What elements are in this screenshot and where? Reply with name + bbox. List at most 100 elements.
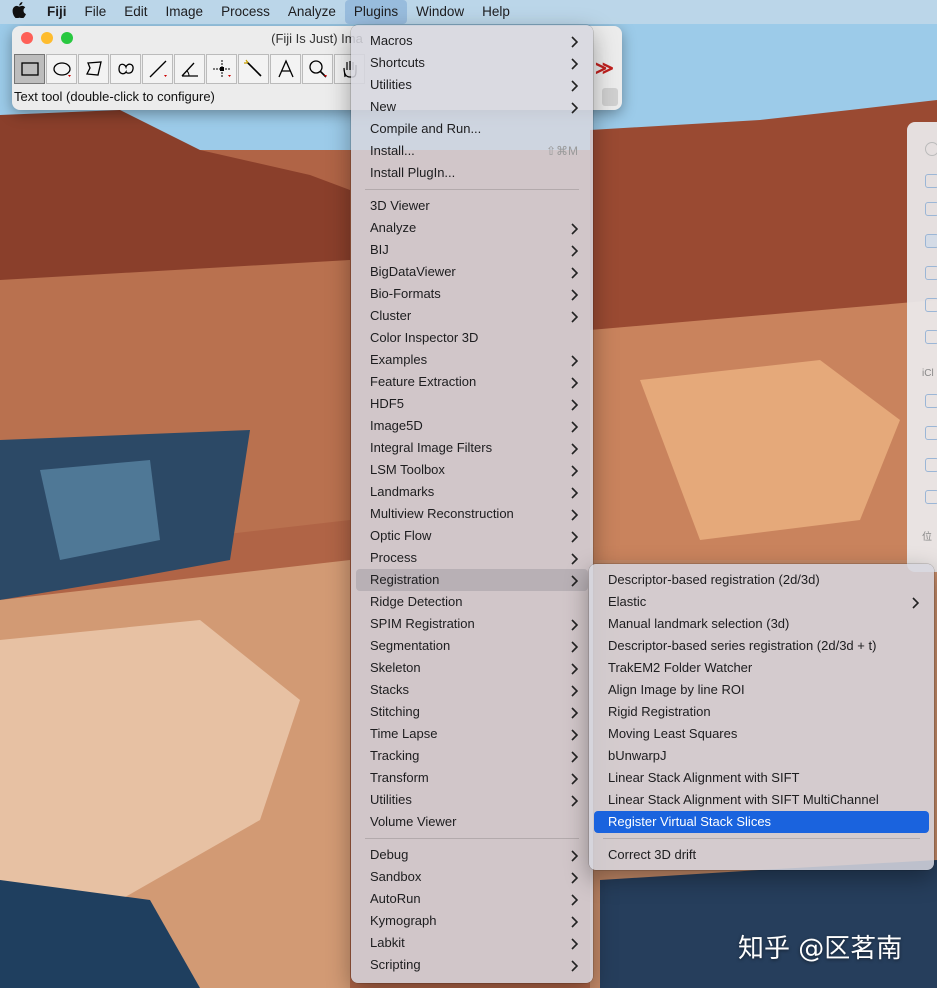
sidebar-recents-icon[interactable]	[925, 266, 937, 280]
plugins-menu-item-spim-registration[interactable]: SPIM Registration	[356, 613, 588, 635]
sidebar-app-icon[interactable]	[925, 174, 937, 188]
registration-menu-item-bunwarpj[interactable]: bUnwarpJ	[594, 745, 929, 767]
plugins-menu-item-multiview-reconstruction[interactable]: Multiview Reconstruction	[356, 503, 588, 525]
wand-tool-icon[interactable]	[238, 54, 269, 84]
plugins-menu-item-debug[interactable]: Debug	[356, 844, 588, 866]
plugins-menu-item-install-plugin[interactable]: Install PlugIn...	[356, 162, 588, 184]
registration-menu-item-align-image-by-line-roi[interactable]: Align Image by line ROI	[594, 679, 929, 701]
chevron-right-icon	[570, 745, 579, 767]
freehand-tool-icon[interactable]	[110, 54, 141, 84]
plugins-menu-item-kymograph[interactable]: Kymograph	[356, 910, 588, 932]
plugins-menu-item-autorun[interactable]: AutoRun	[356, 888, 588, 910]
registration-menu-item-manual-landmark-selection-3d[interactable]: Manual landmark selection (3d)	[594, 613, 929, 635]
plugins-menu-item-lsm-toolbox[interactable]: LSM Toolbox	[356, 459, 588, 481]
more-tools-icon[interactable]: ≫	[595, 58, 614, 79]
plugins-menu-item-skeleton[interactable]: Skeleton	[356, 657, 588, 679]
plugins-menu-item-shortcuts[interactable]: Shortcuts	[356, 52, 588, 74]
point-tool-icon[interactable]	[206, 54, 237, 84]
registration-menu-item-moving-least-squares[interactable]: Moving Least Squares	[594, 723, 929, 745]
plugins-menu-item-integral-image-filters[interactable]: Integral Image Filters	[356, 437, 588, 459]
plugins-menu-item-segmentation[interactable]: Segmentation	[356, 635, 588, 657]
sidebar-doc-icon[interactable]	[925, 426, 937, 440]
chevron-right-icon	[570, 569, 579, 591]
menubar-analyze[interactable]: Analyze	[279, 0, 345, 24]
plugins-menu-item-optic-flow[interactable]: Optic Flow	[356, 525, 588, 547]
plugins-menu-item-cluster[interactable]: Cluster	[356, 305, 588, 327]
chevron-right-icon	[570, 767, 579, 789]
plugins-menu-item-examples[interactable]: Examples	[356, 349, 588, 371]
registration-menu-item-elastic[interactable]: Elastic	[594, 591, 929, 613]
plugins-menu-item-utilities[interactable]: Utilities	[356, 789, 588, 811]
plugins-menu-item-sandbox[interactable]: Sandbox	[356, 866, 588, 888]
plugins-menu-item-new[interactable]: New	[356, 96, 588, 118]
menubar-process[interactable]: Process	[212, 0, 279, 24]
plugins-menu-item-transform[interactable]: Transform	[356, 767, 588, 789]
rectangle-tool-icon[interactable]	[14, 54, 45, 84]
plugins-menu-item-tracking[interactable]: Tracking	[356, 745, 588, 767]
menubar-help[interactable]: Help	[473, 0, 519, 24]
text-tool-icon[interactable]	[270, 54, 301, 84]
watermark: 知乎 @区茗南	[738, 934, 903, 964]
plugins-menu-item-ridge-detection[interactable]: Ridge Detection	[356, 591, 588, 613]
menubar-plugins[interactable]: Plugins	[344, 0, 408, 24]
registration-menu-item-descriptor-based-series-registration-2d-3d-t[interactable]: Descriptor-based series registration (2d…	[594, 635, 929, 657]
plugins-menu-item-utilities[interactable]: Utilities	[356, 74, 588, 96]
registration-menu-item-register-virtual-stack-slices[interactable]: Register Virtual Stack Slices	[594, 811, 929, 833]
sidebar-cloud-icon[interactable]	[925, 394, 937, 408]
plugins-menu-item-macros[interactable]: Macros	[356, 30, 588, 52]
plugins-menu-item-hdf5[interactable]: HDF5	[356, 393, 588, 415]
sidebar-apps-icon[interactable]	[925, 234, 937, 248]
menubar-edit[interactable]: Edit	[115, 0, 156, 24]
angle-tool-icon[interactable]	[174, 54, 205, 84]
registration-menu-item-linear-stack-alignment-with-sift-multichannel[interactable]: Linear Stack Alignment with SIFT MultiCh…	[594, 789, 929, 811]
plugins-menu-item-stacks[interactable]: Stacks	[356, 679, 588, 701]
plugins-menu-item-registration[interactable]: Registration	[356, 569, 588, 591]
plugins-menu-item-3d-viewer[interactable]: 3D Viewer	[356, 195, 588, 217]
menu-item-label: Stacks	[370, 682, 410, 697]
magnifier-tool-icon[interactable]	[302, 54, 333, 84]
plugins-menu-item-bigdataviewer[interactable]: BigDataViewer	[356, 261, 588, 283]
menubar-window[interactable]: Window	[407, 0, 473, 24]
plugins-menu-item-stitching[interactable]: Stitching	[356, 701, 588, 723]
plugins-menu-item-compile-and-run[interactable]: Compile and Run...	[356, 118, 588, 140]
registration-menu-item-linear-stack-alignment-with-sift[interactable]: Linear Stack Alignment with SIFT	[594, 767, 929, 789]
menubar-file[interactable]: File	[76, 0, 116, 24]
scroll-handle[interactable]	[602, 88, 618, 106]
plugins-menu-item-install[interactable]: Install... ⇧⌘M	[356, 140, 588, 162]
plugins-menu-item-volume-viewer[interactable]: Volume Viewer	[356, 811, 588, 833]
sidebar-folder2-icon[interactable]	[925, 490, 937, 504]
chevron-right-icon	[570, 437, 579, 459]
plugins-menu-item-color-inspector-3d[interactable]: Color Inspector 3D	[356, 327, 588, 349]
sidebar-airdrop-icon[interactable]	[925, 330, 937, 344]
menu-item-label: Moving Least Squares	[608, 726, 738, 741]
plugins-menu-item-bij[interactable]: BIJ	[356, 239, 588, 261]
menu-separator	[365, 189, 579, 190]
menu-item-label: Feature Extraction	[370, 374, 477, 389]
window-control-icon[interactable]	[925, 142, 937, 156]
menubar-fiji[interactable]: Fiji	[38, 0, 76, 24]
polygon-tool-icon[interactable]	[78, 54, 109, 84]
apple-menu-icon[interactable]	[0, 2, 38, 22]
sidebar-folder-icon[interactable]	[925, 298, 937, 312]
registration-menu-item-trakem2-folder-watcher[interactable]: TrakEM2 Folder Watcher	[594, 657, 929, 679]
plugins-menu-item-scripting[interactable]: Scripting	[356, 954, 588, 976]
menu-separator	[365, 838, 579, 839]
plugins-menu-item-landmarks[interactable]: Landmarks	[356, 481, 588, 503]
line-tool-icon[interactable]	[142, 54, 173, 84]
plugins-menu-item-process[interactable]: Process	[356, 547, 588, 569]
registration-menu-item-rigid-registration[interactable]: Rigid Registration	[594, 701, 929, 723]
plugins-menu-item-image5d[interactable]: Image5D	[356, 415, 588, 437]
plugins-menu-item-analyze[interactable]: Analyze	[356, 217, 588, 239]
registration-menu-item-descriptor-based-registration-2d-3d[interactable]: Descriptor-based registration (2d/3d)	[594, 569, 929, 591]
chevron-right-icon	[570, 415, 579, 437]
oval-tool-icon[interactable]	[46, 54, 77, 84]
plugins-menu-item-feature-extraction[interactable]: Feature Extraction	[356, 371, 588, 393]
registration-menu-item-correct-3d-drift[interactable]: Correct 3D drift	[594, 844, 929, 866]
menubar-image[interactable]: Image	[157, 0, 213, 24]
plugins-menu-item-bio-formats[interactable]: Bio-Formats	[356, 283, 588, 305]
plugins-menu-item-time-lapse[interactable]: Time Lapse	[356, 723, 588, 745]
plugins-menu-item-labkit[interactable]: Labkit	[356, 932, 588, 954]
menu-item-label: Debug	[370, 847, 409, 862]
sidebar-download-icon[interactable]	[925, 202, 937, 216]
sidebar-desktop-icon[interactable]	[925, 458, 937, 472]
